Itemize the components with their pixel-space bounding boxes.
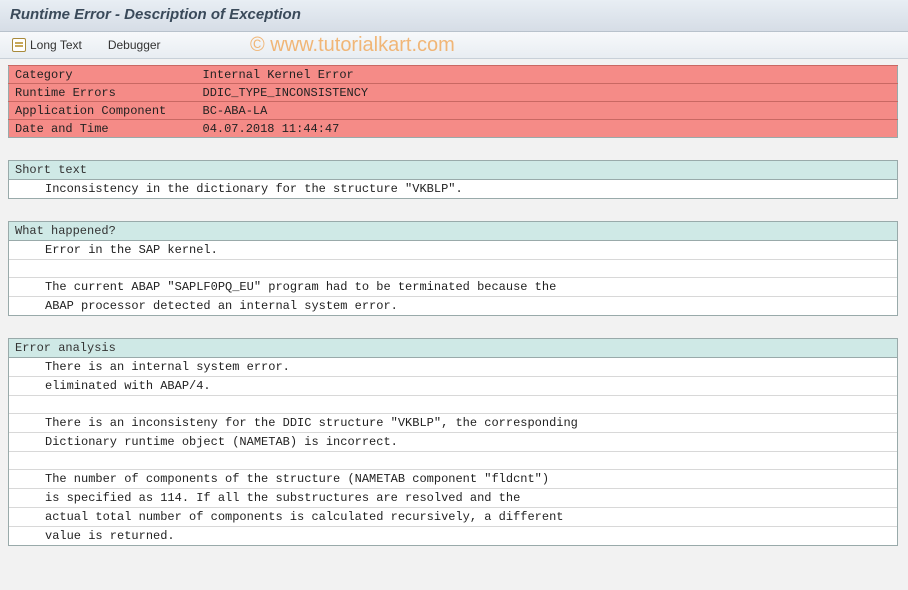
error-analysis-line: is specified as 114. If all the substruc…: [9, 488, 897, 507]
what-happened-section: What happened? Error in the SAP kernel. …: [8, 221, 898, 316]
error-analysis-header: Error analysis: [9, 339, 897, 358]
error-analysis-line: There is an inconsisteny for the DDIC st…: [9, 413, 897, 432]
date-time-row: Date and Time 04.07.2018 11:44:47: [9, 120, 898, 138]
category-label: Category: [9, 66, 197, 84]
short-text-header: Short text: [9, 161, 897, 180]
debugger-label: Debugger: [108, 38, 161, 52]
application-component-label: Application Component: [9, 102, 197, 120]
what-happened-line: Error in the SAP kernel.: [9, 241, 897, 259]
long-text-button[interactable]: Long Text: [8, 36, 86, 54]
debugger-button[interactable]: Debugger: [104, 36, 165, 54]
category-row: Category Internal Kernel Error: [9, 66, 898, 84]
long-text-label: Long Text: [30, 38, 82, 52]
application-component-row: Application Component BC-ABA-LA: [9, 102, 898, 120]
error-analysis-line: The number of components of the structur…: [9, 469, 897, 488]
document-icon: [12, 38, 26, 52]
category-value: Internal Kernel Error: [197, 66, 898, 84]
runtime-errors-label: Runtime Errors: [9, 84, 197, 102]
error-analysis-section: Error analysis There is an internal syst…: [8, 338, 898, 546]
blank-line: [9, 395, 897, 413]
runtime-errors-value: DDIC_TYPE_INCONSISTENCY: [197, 84, 898, 102]
short-text-line: Inconsistency in the dictionary for the …: [9, 180, 897, 198]
toolbar: Long Text Debugger: [0, 32, 908, 59]
runtime-errors-row: Runtime Errors DDIC_TYPE_INCONSISTENCY: [9, 84, 898, 102]
what-happened-line: ABAP processor detected an internal syst…: [9, 296, 897, 315]
what-happened-header: What happened?: [9, 222, 897, 241]
blank-line: [9, 259, 897, 277]
error-analysis-line: eliminated with ABAP/4.: [9, 376, 897, 395]
error-analysis-line: actual total number of components is cal…: [9, 507, 897, 526]
date-time-label: Date and Time: [9, 120, 197, 138]
content-area: Category Internal Kernel Error Runtime E…: [0, 59, 908, 554]
date-time-value: 04.07.2018 11:44:47: [197, 120, 898, 138]
error-analysis-line: Dictionary runtime object (NAMETAB) is i…: [9, 432, 897, 451]
error-info-table: Category Internal Kernel Error Runtime E…: [8, 65, 898, 138]
what-happened-line: The current ABAP "SAPLF0PQ_EU" program h…: [9, 277, 897, 296]
blank-line: [9, 451, 897, 469]
short-text-section: Short text Inconsistency in the dictiona…: [8, 160, 898, 199]
application-component-value: BC-ABA-LA: [197, 102, 898, 120]
error-analysis-line: There is an internal system error.: [9, 358, 897, 376]
error-analysis-line: value is returned.: [9, 526, 897, 545]
window-title: Runtime Error - Description of Exception: [0, 0, 908, 32]
